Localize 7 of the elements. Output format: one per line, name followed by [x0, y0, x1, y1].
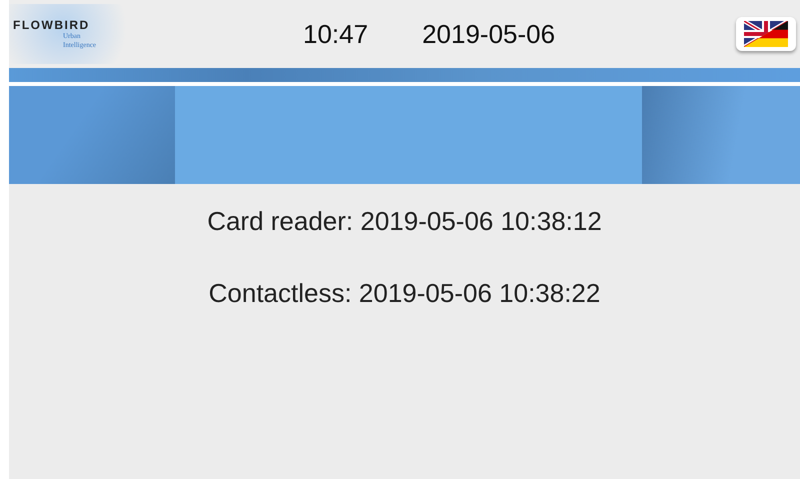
- header-date: 2019-05-06: [422, 18, 556, 50]
- uk-germany-flag-icon: [744, 21, 788, 47]
- clock-time: 10:47: [303, 18, 368, 50]
- status-line: Contactless: 2019-05-06 10:38:22: [208, 278, 600, 309]
- language-button[interactable]: [736, 17, 796, 51]
- logo-name: FLOWBIRD: [13, 18, 91, 32]
- status-line: Card reader: 2019-05-06 10:38:12: [207, 206, 602, 237]
